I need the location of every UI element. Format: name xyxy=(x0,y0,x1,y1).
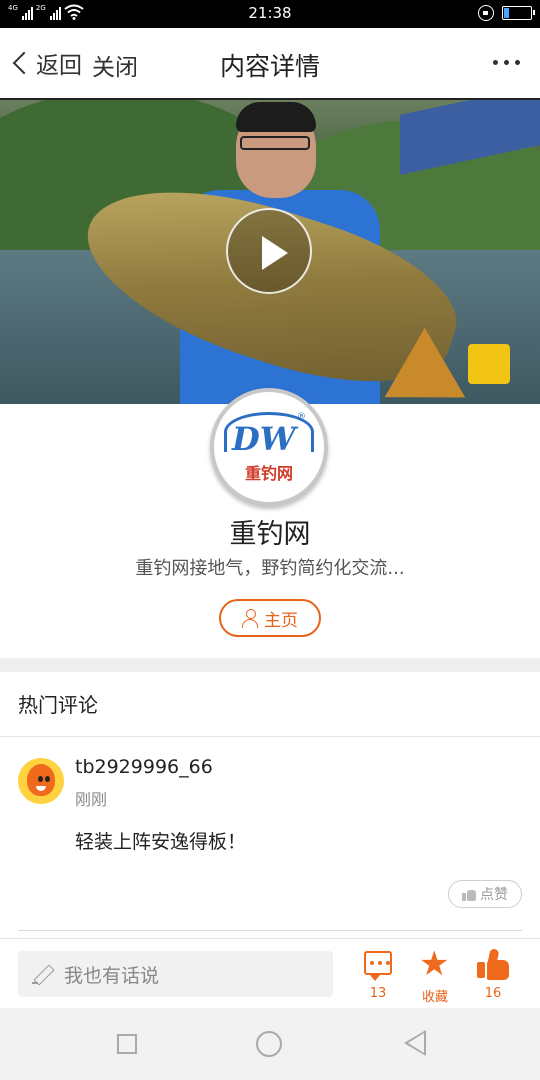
battery-icon xyxy=(502,6,535,20)
more-dots-icon[interactable] xyxy=(493,60,520,65)
video-player[interactable] xyxy=(0,100,540,404)
comment-username[interactable]: tb2929996_66 xyxy=(75,756,213,778)
battery-level xyxy=(504,8,509,18)
section-divider xyxy=(0,658,540,672)
lock-rotation-icon xyxy=(478,5,494,21)
avatar-eye xyxy=(38,776,43,782)
comment-input-placeholder: 我也有话说 xyxy=(64,964,160,987)
section-line xyxy=(0,736,540,737)
like-count: 16 xyxy=(484,986,502,1001)
comment-bubble-dots xyxy=(370,961,390,965)
avatar[interactable] xyxy=(18,758,64,804)
status-right xyxy=(478,5,535,21)
back-label: 返回 xyxy=(36,53,82,79)
play-icon[interactable] xyxy=(226,208,312,294)
angler-hair xyxy=(236,102,316,132)
person-icon xyxy=(242,609,258,628)
favorite-button[interactable]: ★ 收藏 xyxy=(405,947,465,1007)
comment-separator xyxy=(18,930,522,931)
back-button[interactable]: 返回 xyxy=(10,46,82,80)
star-icon: ★ xyxy=(419,944,450,984)
angler-glasses xyxy=(240,136,310,150)
home-button[interactable]: 主页 xyxy=(219,599,321,637)
nav-bar: 返回 关闭 内容详情 xyxy=(0,28,540,100)
comment-input[interactable]: 我也有话说 xyxy=(18,951,333,997)
profile-description: 重钓网接地气，野钓简约化交流... xyxy=(135,558,405,579)
logo-inner: DW ® 重钓网 xyxy=(220,398,318,496)
comment-like-button[interactable]: 点赞 xyxy=(448,880,522,908)
thumbs-up-icon xyxy=(477,948,509,981)
logo-text: DW xyxy=(232,420,296,458)
profile-logo[interactable]: DW ® 重钓网 xyxy=(210,388,328,506)
logo-cn-text: 重钓网 xyxy=(244,464,293,483)
profile-name: 重钓网 xyxy=(229,519,311,550)
comments-button[interactable]: 13 xyxy=(348,947,408,1007)
comment-count: 13 xyxy=(369,986,387,1001)
comment-time: 刚刚 xyxy=(75,790,108,809)
thumbs-up-icon xyxy=(462,887,476,901)
status-bar: 4G 2G 21:38 xyxy=(0,0,540,28)
logo-registered-mark: ® xyxy=(297,412,306,422)
section-title: 热门评论 xyxy=(18,693,98,717)
recent-apps-icon[interactable] xyxy=(117,1034,137,1054)
yellow-bucket xyxy=(468,344,510,384)
home-button-label: 主页 xyxy=(264,610,298,631)
close-button[interactable]: 关闭 xyxy=(92,48,138,82)
pencil-icon xyxy=(30,962,54,986)
system-nav-bar xyxy=(0,1008,540,1080)
status-time: 21:38 xyxy=(248,4,292,22)
comment-like-label: 点赞 xyxy=(480,887,508,903)
comment-text: 轻装上阵安逸得板！ xyxy=(75,831,247,853)
avatar-eye xyxy=(45,776,50,782)
like-button[interactable]: 16 xyxy=(463,947,523,1007)
home-icon[interactable] xyxy=(256,1031,282,1057)
bottom-action-bar: 我也有话说 13 ★ 收藏 16 xyxy=(0,938,540,1008)
favorite-label: 收藏 xyxy=(421,990,448,1005)
chevron-left-icon xyxy=(12,51,36,75)
back-icon[interactable] xyxy=(404,1030,426,1056)
